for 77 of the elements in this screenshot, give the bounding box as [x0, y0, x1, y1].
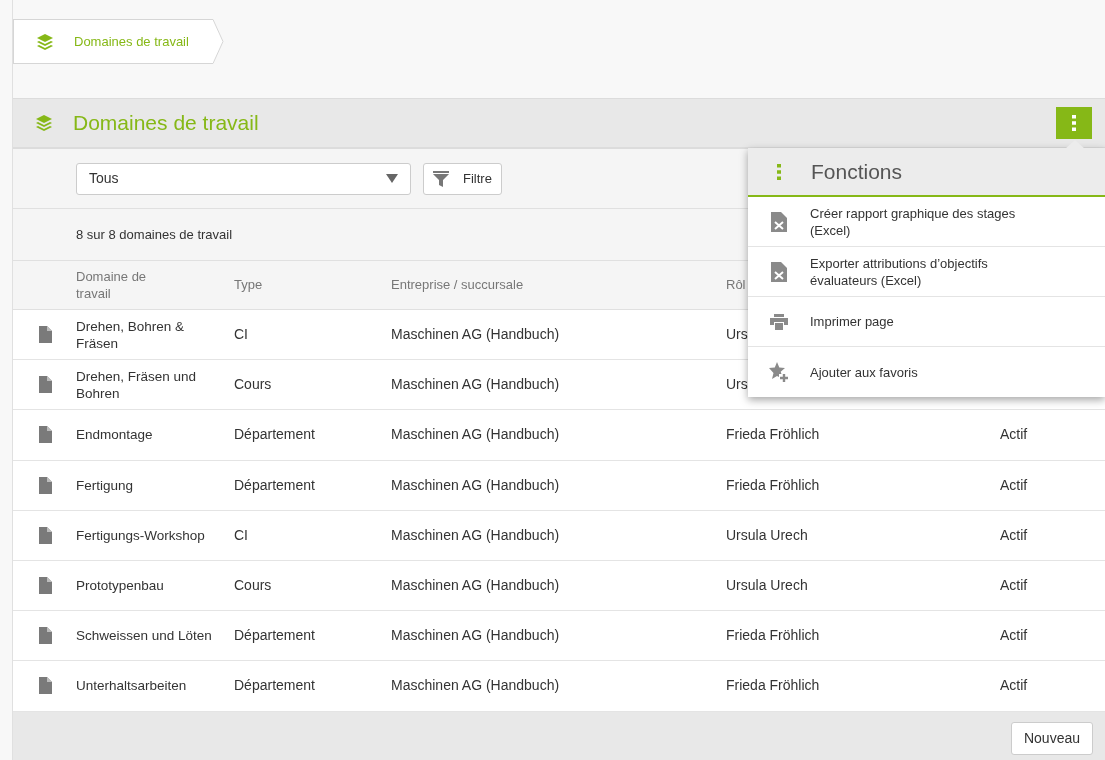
- table-cell-text: Fertigungs-Workshop: [76, 526, 206, 544]
- table-cell-text: Fertigung: [76, 476, 135, 494]
- document-icon: [38, 476, 52, 494]
- result-count: 8 sur 8 domaines de travail: [76, 225, 233, 244]
- table-cell: Maschinen AG (Handbuch): [391, 577, 560, 594]
- document-icon: [38, 426, 52, 444]
- table-row[interactable]: Prototypenbau Cours Maschinen AG (Handbuch) Ursula Urech Actif: [13, 560, 1105, 612]
- panel-title: Domaines de travail: [73, 110, 259, 137]
- spreadsheet-file-icon: [771, 261, 787, 282]
- filter-icon: [433, 170, 449, 187]
- table-cell: Actif: [1000, 426, 1028, 443]
- table-cell: Urs: [726, 376, 748, 393]
- select-field[interactable]: Tous: [76, 162, 411, 195]
- table-cell: Actif: [1000, 577, 1028, 594]
- new-button[interactable]: Nouveau: [1010, 721, 1093, 755]
- table-cell: Cours: [234, 376, 272, 393]
- table-cell: CI: [234, 526, 248, 543]
- table-cell: Frieda Fröhlich: [726, 627, 820, 644]
- table-cell: Ursula Urech: [726, 577, 808, 594]
- column-header: Entreprise / succursale: [391, 277, 524, 293]
- table-cell: Actif: [1000, 627, 1028, 644]
- table-cell-text: Schweissen und Löten: [76, 627, 213, 645]
- spreadsheet-file-icon: [771, 211, 787, 232]
- printer-icon: [770, 313, 788, 330]
- table-cell: Maschinen AG (Handbuch): [391, 376, 560, 393]
- table-cell: Maschinen AG (Handbuch): [391, 326, 560, 343]
- table-cell-text: Endmontage: [76, 426, 154, 444]
- menu-button[interactable]: [1056, 107, 1092, 139]
- menu-item[interactable]: Imprimer page: [748, 297, 1105, 347]
- table-cell: CI: [234, 326, 248, 343]
- table-cell: Cours: [234, 577, 272, 594]
- table-row[interactable]: Fertigung Département Maschinen AG (Handbuch) Frieda Fröhlich Actif: [13, 460, 1105, 511]
- table-cell-text: Unterhaltsarbeiten: [76, 677, 188, 695]
- column-header: Type: [234, 277, 263, 293]
- filter-button[interactable]: Filtre: [423, 162, 502, 195]
- table-cell-text: Drehen, Bohren & Fräsen: [76, 317, 186, 352]
- caret-icon: [386, 174, 398, 183]
- table-cell: Actif: [1000, 677, 1028, 694]
- document-icon: [38, 677, 52, 695]
- table-row[interactable]: Fertigungs-Workshop CI Maschinen AG (Handbuch) Ursula Urech Actif: [13, 510, 1105, 561]
- more-icon: [1072, 115, 1076, 131]
- table-cell: Maschinen AG (Handbuch): [391, 476, 560, 493]
- column-header: Rôl: [726, 277, 746, 293]
- menu-title: Fonctions: [811, 158, 903, 185]
- table-cell: Département: [234, 476, 315, 493]
- table-cell-text: Drehen, Fräsen und Bohren: [76, 367, 198, 402]
- column-header: Domaine de travail: [76, 268, 148, 302]
- table-row[interactable]: Unterhaltsarbeiten Département Maschinen AG (Handbuch) Frieda Fröhlich Actif: [13, 661, 1105, 712]
- layers-icon: [36, 32, 54, 51]
- table-cell: Département: [234, 677, 315, 694]
- document-icon: [38, 577, 52, 595]
- table-cell: Urs: [726, 326, 748, 343]
- table-cell: Frieda Fröhlich: [726, 426, 820, 443]
- table-cell: Frieda Fröhlich: [726, 476, 820, 493]
- document-icon: [38, 526, 52, 544]
- document-icon: [38, 376, 52, 394]
- table-cell: Maschinen AG (Handbuch): [391, 677, 560, 694]
- table-cell: Actif: [1000, 476, 1028, 493]
- table-cell: Ursula Urech: [726, 526, 808, 543]
- table-row[interactable]: Schweissen und Löten Département Maschinen AG (Handbuch) Frieda Fröhlich Actif: [13, 611, 1105, 662]
- menu-item[interactable]: Créer rapport graphique des stages (Excel): [748, 197, 1105, 247]
- table-cell: Maschinen AG (Handbuch): [391, 426, 560, 443]
- star-plus-icon: [769, 362, 789, 382]
- table-cell: Département: [234, 426, 315, 443]
- document-icon: [38, 326, 52, 344]
- table-cell: Département: [234, 627, 315, 644]
- menu-item[interactable]: Exporter attributions d’objectifs évaluateurs (Excel): [748, 247, 1105, 297]
- table-cell: Actif: [1000, 526, 1028, 543]
- table-row[interactable]: Endmontage Département Maschinen AG (Handbuch) Frieda Fröhlich Actif: [13, 410, 1105, 461]
- more-icon: [777, 163, 781, 180]
- layers-icon: [35, 114, 53, 132]
- table-cell: Frieda Fröhlich: [726, 677, 820, 694]
- document-icon: [38, 627, 52, 645]
- table-cell: Maschinen AG (Handbuch): [391, 627, 560, 644]
- breadcrumb-arrow-tip: [212, 19, 224, 64]
- table-cell-text: Prototypenbau: [76, 577, 165, 595]
- table-cell: Maschinen AG (Handbuch): [391, 526, 560, 543]
